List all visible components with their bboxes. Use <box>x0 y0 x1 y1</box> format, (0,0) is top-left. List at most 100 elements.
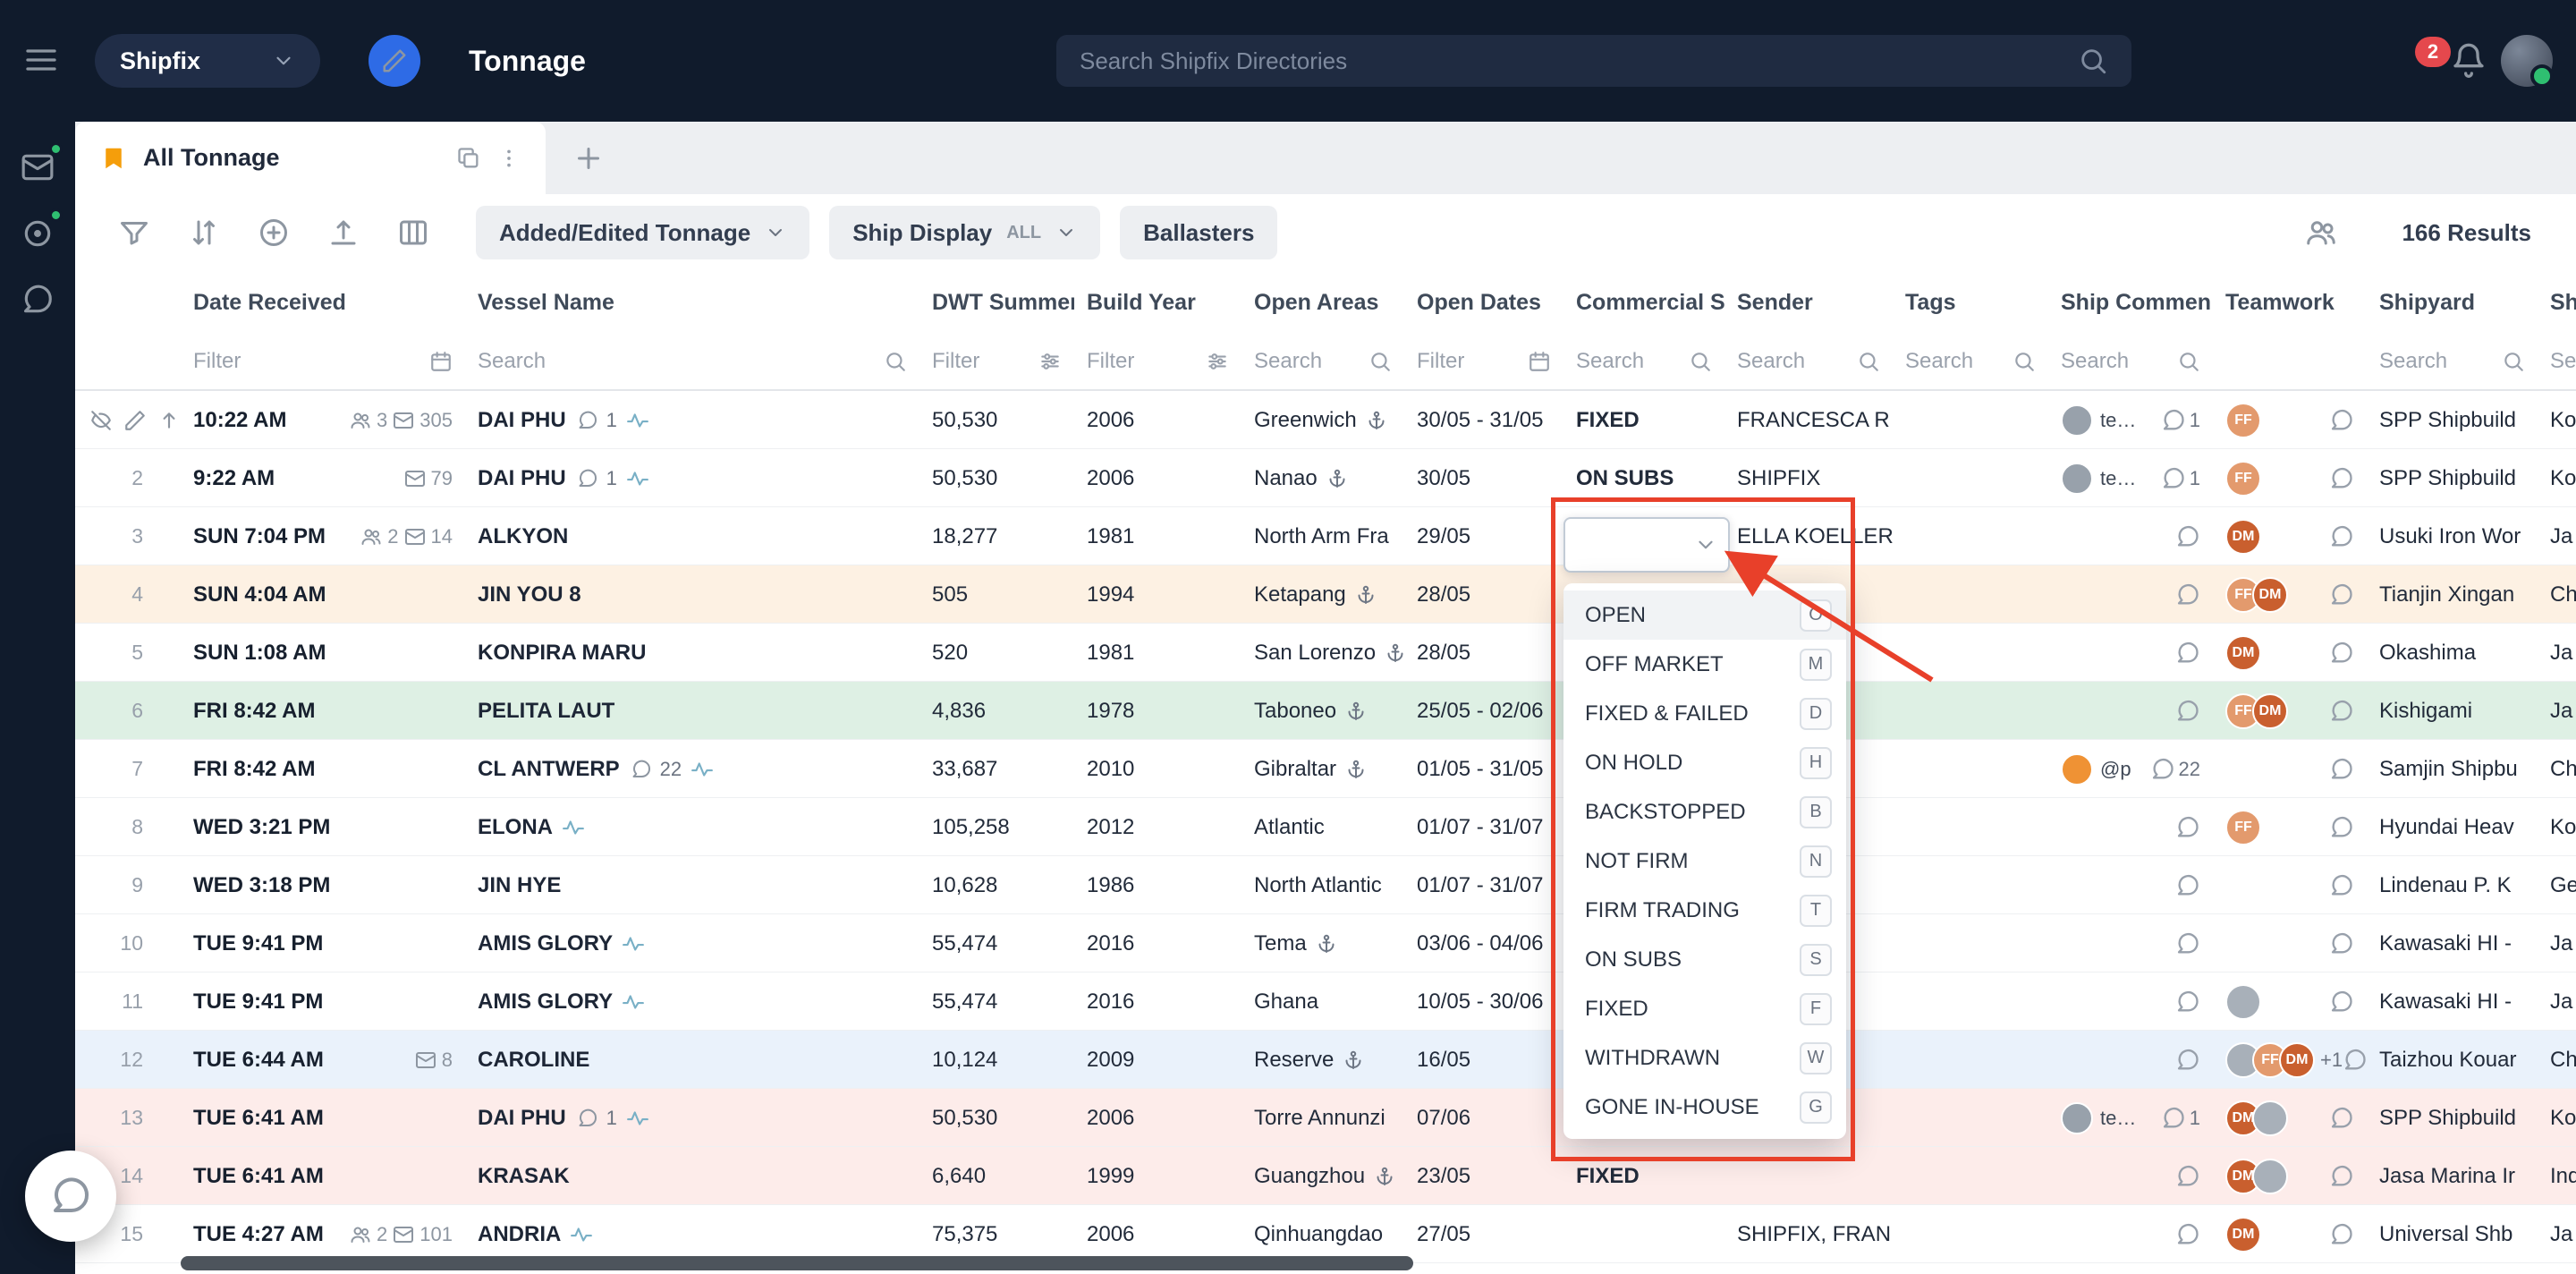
status-option[interactable]: OFF MARKETM <box>1563 640 1846 689</box>
add-comment-icon[interactable] <box>2161 408 2186 433</box>
column-filter[interactable]: Search <box>1563 349 1724 374</box>
column-filter[interactable]: Search <box>2048 349 2213 374</box>
duplicate-tab-icon[interactable] <box>456 146 481 171</box>
team-comment-icon[interactable] <box>2329 699 2354 724</box>
team-comment-icon[interactable] <box>2329 757 2354 782</box>
status-option[interactable]: OPENO <box>1563 590 1846 640</box>
commercial-status-cell[interactable]: FIXED <box>1563 391 1724 449</box>
table-row[interactable]: 10TUE 9:41 PMAMIS GLORY55,4742016Tema03/… <box>75 914 2576 972</box>
user-avatar[interactable]: DM <box>2279 1042 2315 1078</box>
add-comment-icon[interactable] <box>2175 989 2200 1015</box>
column-filter[interactable]: Search <box>1893 349 2048 374</box>
user-avatar[interactable]: DM <box>2225 519 2261 555</box>
add-comment-icon[interactable] <box>2175 699 2200 724</box>
column-header[interactable]: Sender <box>1724 290 1893 316</box>
table-row[interactable]: 11TUE 9:41 PMAMIS GLORY55,4742016Ghana10… <box>75 972 2576 1031</box>
status-editor-input[interactable] <box>1563 517 1730 573</box>
column-filter[interactable]: Filter <box>919 349 1074 374</box>
status-option[interactable]: NOT FIRMN <box>1563 837 1846 886</box>
table-row[interactable]: 6FRI 8:42 AMPELITA LAUT4,8361978Taboneo2… <box>75 682 2576 740</box>
column-header[interactable]: Build Year <box>1074 290 1241 316</box>
team-comment-icon[interactable] <box>2329 408 2354 433</box>
team-comment-icon[interactable] <box>2329 524 2354 549</box>
edit-row-icon[interactable] <box>123 409 147 432</box>
column-header[interactable]: Vessel Name <box>465 290 919 316</box>
activity-icon[interactable] <box>622 990 645 1014</box>
user-avatar[interactable]: DM <box>2252 577 2288 613</box>
columns-button[interactable] <box>386 205 440 260</box>
sort-button[interactable] <box>177 205 231 260</box>
team-comment-icon[interactable] <box>2329 1164 2354 1189</box>
table-row[interactable]: 4SUN 4:04 AMJIN YOU 85051994Ketapang28/0… <box>75 565 2576 624</box>
status-option[interactable]: FIXEDF <box>1563 984 1846 1033</box>
team-comment-icon[interactable] <box>2343 1048 2367 1073</box>
column-header[interactable]: Open Dates <box>1404 290 1563 316</box>
add-comment-icon[interactable] <box>2175 1164 2200 1189</box>
notifications-button[interactable] <box>2451 42 2487 81</box>
add-comment-icon[interactable] <box>2175 582 2200 607</box>
comment-bubble-icon[interactable] <box>577 1108 598 1129</box>
column-filter[interactable]: Se <box>2538 349 2576 374</box>
column-header[interactable]: Teamwork <box>2213 290 2367 316</box>
ship-display-dropdown[interactable]: Ship Display ALL <box>829 206 1100 259</box>
add-comment-icon[interactable] <box>2175 641 2200 666</box>
user-avatar[interactable] <box>2225 984 2261 1020</box>
user-avatar[interactable]: DM <box>2252 693 2288 729</box>
ballasters-button[interactable]: Ballasters <box>1120 206 1277 259</box>
table-row[interactable]: 7FRI 8:42 AMCL ANTWERP2233,6872010Gibral… <box>75 740 2576 798</box>
add-comment-icon[interactable] <box>2175 815 2200 840</box>
team-comment-icon[interactable] <box>2329 989 2354 1015</box>
status-option[interactable]: FIXED & FAILEDD <box>1563 689 1846 738</box>
workspace-selector[interactable]: Shipfix <box>95 34 320 88</box>
table-row[interactable]: 14TUE 6:41 AMKRASAK6,6401999Guangzhou23/… <box>75 1147 2576 1205</box>
user-avatar-button[interactable] <box>2501 35 2553 87</box>
team-comment-icon[interactable] <box>2329 815 2354 840</box>
compose-button[interactable] <box>369 35 420 87</box>
team-comment-icon[interactable] <box>2329 1222 2354 1247</box>
add-comment-icon[interactable] <box>2175 931 2200 956</box>
table-row[interactable]: 13TUE 6:41 AMDAI PHU150,5302006Torre Ann… <box>75 1089 2576 1147</box>
table-row[interactable]: 10:22 AM3305DAI PHU150,5302006Greenwich3… <box>75 391 2576 449</box>
table-row[interactable]: 15TUE 4:27 AM2101ANDRIA75,3752006Qinhuan… <box>75 1205 2576 1263</box>
team-comment-icon[interactable] <box>2329 582 2354 607</box>
team-comment-icon[interactable] <box>2329 641 2354 666</box>
sidebar-item-mail[interactable] <box>15 145 60 190</box>
add-comment-icon[interactable] <box>2175 524 2200 549</box>
team-comment-icon[interactable] <box>2329 873 2354 898</box>
column-header[interactable]: Open Areas <box>1241 290 1404 316</box>
global-search[interactable] <box>1056 35 2131 87</box>
column-filter[interactable]: Search <box>465 349 919 374</box>
column-header[interactable]: Date Received <box>181 290 465 316</box>
status-option[interactable]: WITHDRAWNW <box>1563 1033 1846 1083</box>
column-header[interactable]: Sh <box>2538 290 2576 316</box>
status-option[interactable]: BACKSTOPPEDB <box>1563 787 1846 837</box>
column-filter[interactable]: Search <box>2367 349 2538 374</box>
table-row[interactable]: 3SUN 7:04 PM214ALKYON18,2771981North Arm… <box>75 507 2576 565</box>
column-header[interactable]: DWT Summer <box>919 290 1074 316</box>
add-comment-icon[interactable] <box>2175 873 2200 898</box>
add-tab-button[interactable] <box>546 122 631 194</box>
column-header[interactable]: Ship Commen <box>2048 290 2213 316</box>
add-comment-icon[interactable] <box>2175 1048 2200 1073</box>
activity-icon[interactable] <box>622 932 645 956</box>
sidebar-item-chat[interactable] <box>15 277 60 322</box>
user-avatar[interactable]: DM <box>2225 1217 2261 1253</box>
user-avatar[interactable]: FF <box>2225 810 2261 845</box>
added-edited-tonnage-dropdown[interactable]: Added/Edited Tonnage <box>476 206 809 259</box>
share-view-button[interactable] <box>2294 205 2348 260</box>
add-comment-icon[interactable] <box>2150 757 2175 782</box>
scrollbar-thumb[interactable] <box>181 1256 1413 1270</box>
status-option[interactable]: ON SUBSS <box>1563 935 1846 984</box>
table-row[interactable]: 12TUE 6:44 AM8CAROLINE10,1242009Reserve1… <box>75 1031 2576 1089</box>
activity-icon[interactable] <box>691 758 714 781</box>
sidebar-item-tonnage[interactable] <box>15 211 60 256</box>
horizontal-scrollbar[interactable] <box>75 1256 2576 1270</box>
search-input[interactable] <box>1080 47 2078 75</box>
menu-button[interactable] <box>20 39 63 82</box>
table-row[interactable]: 9WED 3:18 PMJIN HYE10,6281986North Atlan… <box>75 856 2576 914</box>
commercial-status-cell[interactable]: ON SUBS <box>1563 449 1724 507</box>
status-option[interactable]: GONE IN-HOUSEG <box>1563 1083 1846 1132</box>
team-comment-icon[interactable] <box>2329 1106 2354 1131</box>
comment-bubble-icon[interactable] <box>577 468 598 489</box>
user-avatar[interactable]: FF <box>2225 403 2261 438</box>
